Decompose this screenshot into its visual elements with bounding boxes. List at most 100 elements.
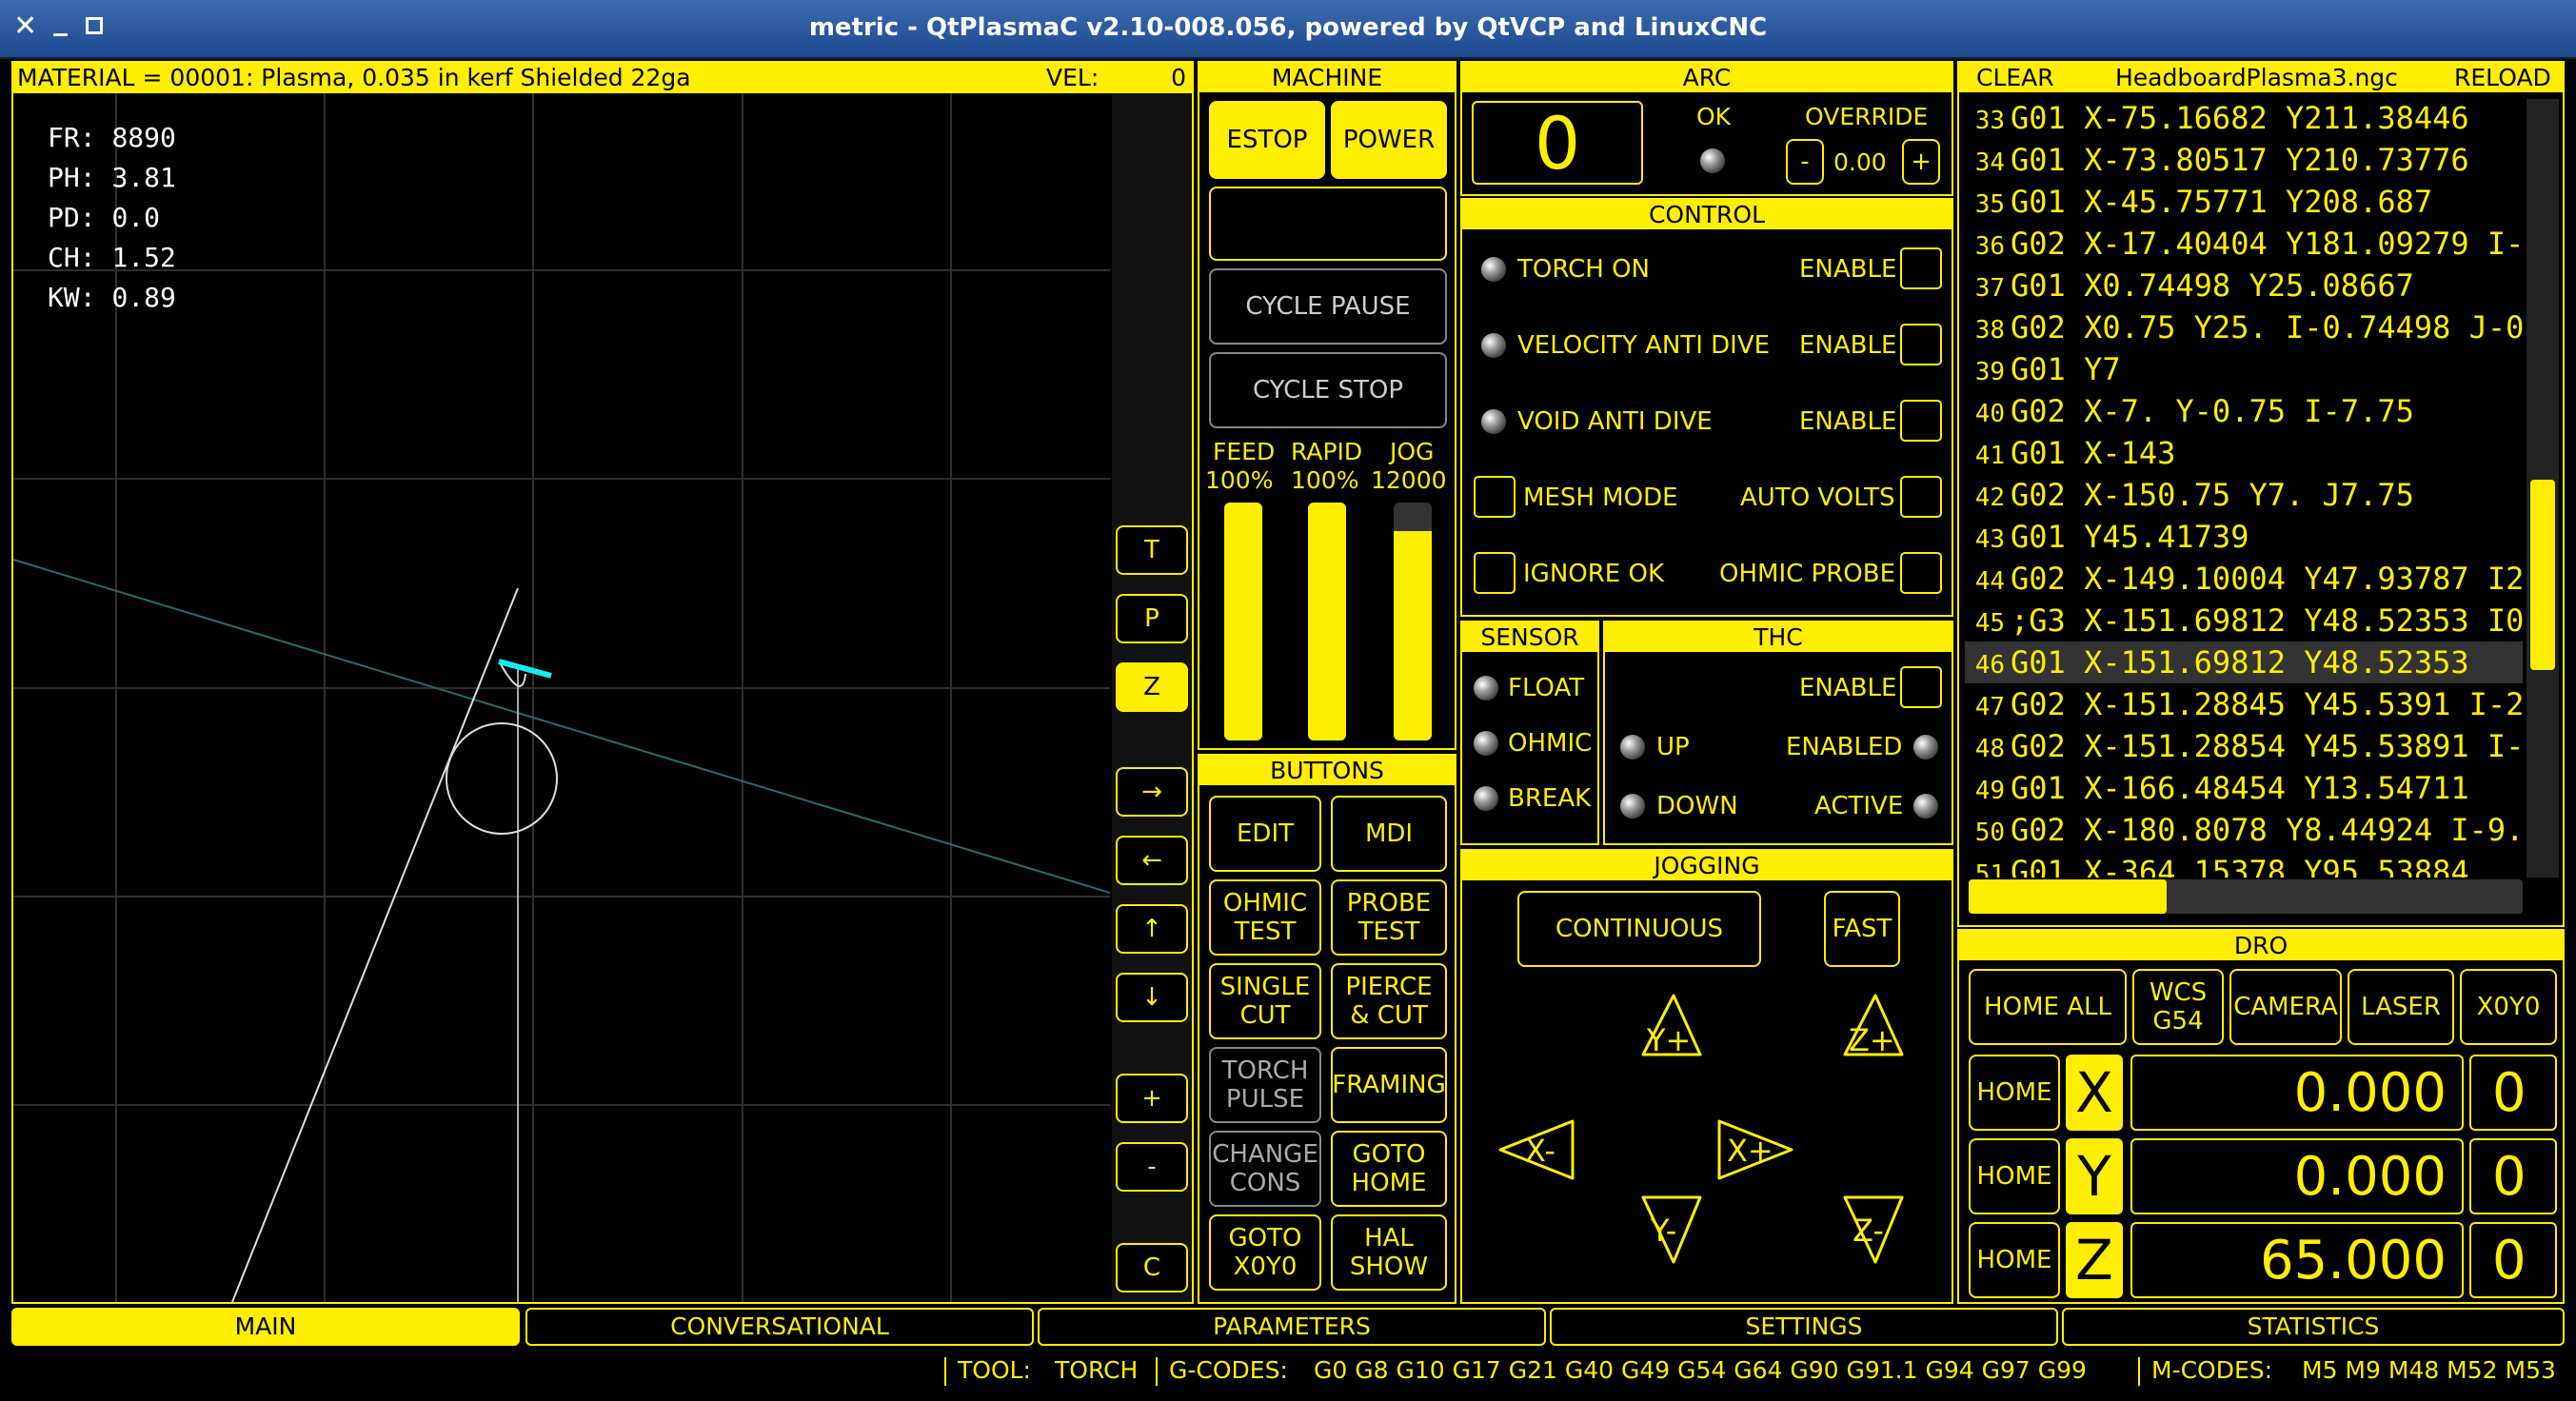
mdi-button[interactable]: MDI <box>1331 796 1447 872</box>
ohmic-test-button[interactable]: OHMIC TEST <box>1209 879 1321 956</box>
home-z-button[interactable]: HOME <box>1969 1222 2060 1298</box>
gcode-line[interactable]: 42 G02 X-150.75 Y7. J7.75 <box>1965 474 2523 516</box>
hal-show-button[interactable]: HAL SHOW <box>1331 1214 1447 1291</box>
gcode-line-text: G01 X-73.80517 Y210.73776 <box>2011 142 2469 178</box>
view-perspective-button[interactable]: P <box>1116 594 1188 643</box>
framing-button[interactable]: FRAMING <box>1331 1047 1447 1123</box>
gcode-line[interactable]: 39 G01 Y7 <box>1965 348 2523 390</box>
clear-button[interactable]: CLEAR <box>1976 63 2054 92</box>
rapid-slider[interactable] <box>1308 503 1346 740</box>
gcode-vscroll-thumb[interactable] <box>2530 480 2555 670</box>
gcode-hscroll-thumb[interactable] <box>1969 879 2167 914</box>
single-cut-button[interactable]: SINGLE CUT <box>1209 963 1321 1039</box>
gcode-line[interactable]: 47 G02 X-151.28845 Y45.5391 I-2.( <box>1965 683 2523 725</box>
gcode-vscrollbar[interactable] <box>2526 99 2559 878</box>
dro-y-offset[interactable]: 0 <box>2469 1138 2557 1214</box>
jog-y-minus-button[interactable]: Y- <box>1651 1213 1676 1249</box>
x0y0-button[interactable]: X0Y0 <box>2460 969 2557 1045</box>
gcode-line-number: 33 <box>1974 107 2005 135</box>
mesh-mode-checkbox[interactable] <box>1474 476 1516 518</box>
pan-right-button[interactable]: → <box>1116 767 1188 817</box>
power-button[interactable]: POWER <box>1331 101 1447 179</box>
jog-x-minus-button[interactable]: X- <box>1525 1133 1556 1169</box>
auto-volts-checkbox[interactable] <box>1900 476 1942 518</box>
pan-up-button[interactable]: ↑ <box>1116 904 1188 954</box>
continuous-button[interactable]: CONTINUOUS <box>1517 891 1761 967</box>
gcode-line[interactable]: 35 G01 X-45.75771 Y208.687 <box>1965 181 2523 223</box>
torch-enable-checkbox[interactable] <box>1900 247 1942 289</box>
gcode-line[interactable]: 50 G02 X-180.8078 Y8.44924 I-9.7( <box>1965 809 2523 851</box>
gcode-line[interactable]: 44 G02 X-149.10004 Y47.93787 I2.7 <box>1965 558 2523 600</box>
jog-z-minus-button[interactable]: Z- <box>1853 1213 1884 1249</box>
gcode-line-number: 40 <box>1974 400 2005 428</box>
edit-button[interactable]: EDIT <box>1209 796 1321 872</box>
gcode-line[interactable]: 46 G01 X-151.69812 Y48.52353 <box>1965 641 2523 683</box>
gcode-line[interactable]: 38 G02 X0.75 Y25. I-0.74498 J-0.( <box>1965 306 2523 348</box>
ignore-ok-checkbox[interactable] <box>1474 552 1516 594</box>
ohmic-probe-checkbox[interactable] <box>1900 552 1942 594</box>
pierce-cut-button[interactable]: PIERCE & CUT <box>1331 963 1447 1039</box>
tab-statistics[interactable]: STATISTICS <box>2062 1308 2565 1346</box>
gcode-line[interactable]: 40 G02 X-7. Y-0.75 I-7.75 <box>1965 390 2523 432</box>
cycle-stop-button[interactable]: CYCLE STOP <box>1209 352 1447 428</box>
estop-button[interactable]: ESTOP <box>1209 101 1325 179</box>
reload-button[interactable]: RELOAD <box>2454 63 2551 92</box>
override-minus-button[interactable]: - <box>1786 139 1824 185</box>
gcode-line-number: 35 <box>1974 190 2005 219</box>
goto-home-button[interactable]: GOTO HOME <box>1331 1131 1447 1207</box>
override-value: 0.00 <box>1833 148 1887 176</box>
gcode-line[interactable]: 49 G01 X-166.48454 Y13.54711 <box>1965 767 2523 809</box>
home-x-button[interactable]: HOME <box>1969 1055 2060 1131</box>
toolpath-preview[interactable] <box>13 93 1110 1302</box>
tab-conversational[interactable]: CONVERSATIONAL <box>525 1308 1034 1346</box>
home-all-button[interactable]: HOME ALL <box>1969 969 2127 1045</box>
gcode-line[interactable]: 51 G01 X-364.15378 Y95.53884 <box>1965 851 2523 878</box>
gcode-line[interactable]: 33 G01 X-75.16682 Y211.38446 <box>1965 97 2523 139</box>
gcode-line[interactable]: 48 G02 X-151.28854 Y45.53891 I-0 <box>1965 725 2523 767</box>
gcode-line[interactable]: 43 G01 Y45.41739 <box>1965 516 2523 558</box>
change-cons-button[interactable]: CHANGE CONS <box>1209 1131 1321 1207</box>
zoom-in-button[interactable]: + <box>1116 1074 1188 1123</box>
probe-test-button[interactable]: PROBE TEST <box>1331 879 1447 956</box>
goto-x0y0-button[interactable]: GOTO X0Y0 <box>1209 1214 1321 1291</box>
jog-slider[interactable] <box>1394 503 1432 740</box>
gcode-list[interactable]: 33 G01 X-75.16682 Y211.38446 34 G01 X-73.80… <box>1965 97 2523 878</box>
gcode-line[interactable]: 41 G01 X-143 <box>1965 432 2523 474</box>
wcs-button[interactable]: WCS G54 <box>2132 969 2224 1045</box>
pan-down-button[interactable]: ↓ <box>1116 973 1188 1022</box>
camera-button[interactable]: CAMERA <box>2229 969 2342 1045</box>
tab-settings[interactable]: SETTINGS <box>1550 1308 2058 1346</box>
fast-button[interactable]: FAST <box>1824 891 1900 967</box>
cycle-pause-button[interactable]: CYCLE PAUSE <box>1209 268 1447 345</box>
gcode-line[interactable]: 34 G01 X-73.80517 Y210.73776 <box>1965 139 2523 181</box>
jog-z-plus-button[interactable]: Z+ <box>1849 1022 1895 1058</box>
clear-preview-button[interactable]: C <box>1116 1243 1188 1292</box>
cycle-start-button[interactable] <box>1209 187 1447 261</box>
zoom-out-button[interactable]: - <box>1116 1142 1188 1192</box>
tab-main[interactable]: MAIN <box>11 1308 520 1346</box>
dro-z-offset[interactable]: 0 <box>2469 1222 2557 1298</box>
gcode-hscrollbar[interactable] <box>1969 879 2523 914</box>
gcode-line[interactable]: 36 G02 X-17.40404 Y181.09279 I-2 <box>1965 223 2523 265</box>
jog-x-plus-button[interactable]: X+ <box>1727 1133 1773 1169</box>
velocity-anti-dive-checkbox[interactable] <box>1900 324 1942 365</box>
thc-enable-checkbox[interactable] <box>1900 666 1942 708</box>
view-z-button[interactable]: Z <box>1116 662 1188 712</box>
feed-slider[interactable] <box>1224 503 1262 740</box>
buttons-panel: BUTTONS EDIT MDI OHMIC TEST PROBE TEST S… <box>1198 754 1456 1304</box>
pan-left-button[interactable]: ← <box>1116 836 1188 885</box>
tab-parameters[interactable]: PARAMETERS <box>1038 1308 1546 1346</box>
jog-y-plus-button[interactable]: Y+ <box>1647 1022 1691 1058</box>
dro-x-offset[interactable]: 0 <box>2469 1055 2557 1131</box>
void-anti-dive-checkbox[interactable] <box>1900 400 1942 442</box>
laser-button[interactable]: LASER <box>2348 969 2454 1045</box>
view-top-button[interactable]: T <box>1116 525 1188 575</box>
gcode-line[interactable]: 37 G01 X0.74498 Y25.08667 <box>1965 265 2523 306</box>
gcode-line[interactable]: 45 ;G3 X-151.69812 Y48.52353 I0.7 <box>1965 600 2523 641</box>
gcode-line-text: G01 X-364.15378 Y95.53884 <box>2011 854 2469 878</box>
home-y-button[interactable]: HOME <box>1969 1138 2060 1214</box>
override-plus-button[interactable]: + <box>1902 139 1940 185</box>
axis-y-label: Y <box>2066 1138 2123 1214</box>
void-anti-dive-label: VOID ANTI DIVE <box>1517 407 1713 436</box>
torch-pulse-button[interactable]: TORCH PULSE <box>1209 1047 1321 1123</box>
